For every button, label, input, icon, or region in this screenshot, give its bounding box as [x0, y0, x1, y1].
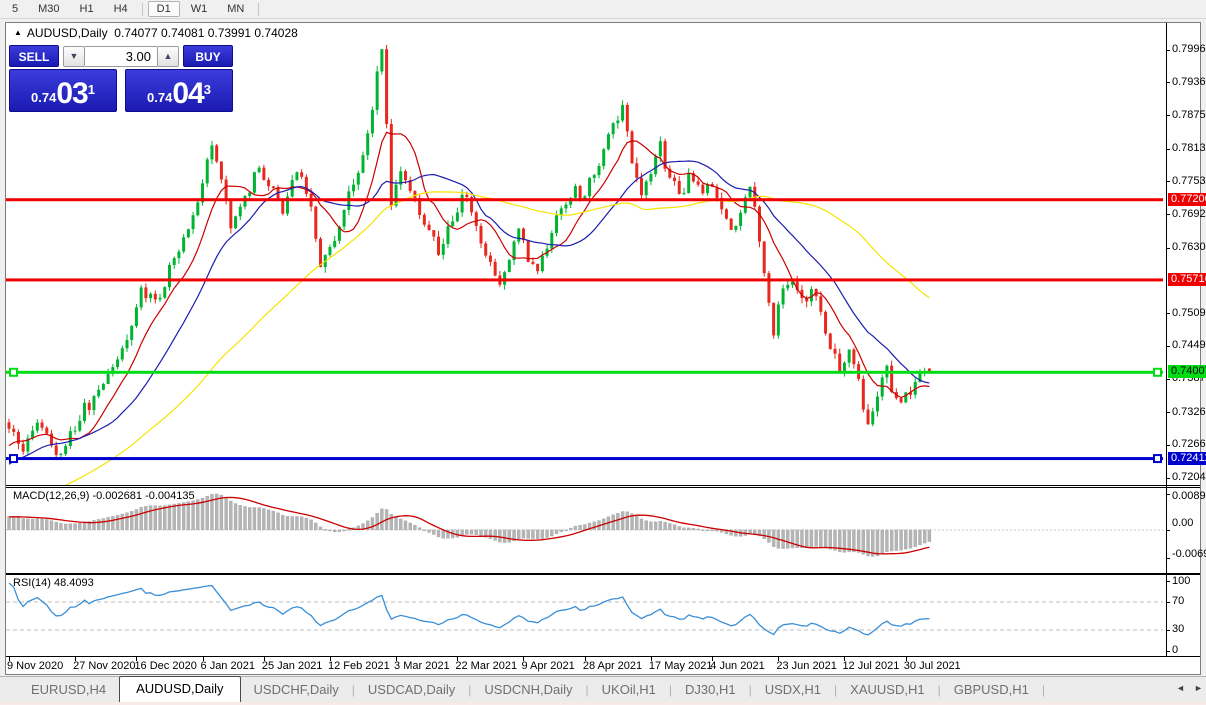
- rsi-axis-label: 100: [1172, 575, 1191, 587]
- buy-price-big: 04: [172, 77, 204, 110]
- date-axis-label: 25 Jan 2021: [261, 660, 323, 672]
- tab-eurusd-h4[interactable]: EURUSD,H4: [18, 678, 119, 702]
- sell-price-big: 03: [56, 77, 88, 110]
- rsi-axis-label: 0: [1172, 644, 1179, 656]
- buy-price-sup: 3: [203, 82, 211, 97]
- date-axis-label: 3 Mar 2021: [394, 660, 450, 672]
- tab-ukoil-h1[interactable]: UKOil,H1: [589, 678, 669, 702]
- timeframe-button-h1[interactable]: H1: [71, 1, 103, 17]
- tab-usdcad-daily[interactable]: USDCAD,Daily: [355, 678, 468, 702]
- tab-usdx-h1[interactable]: USDX,H1: [752, 678, 834, 702]
- date-axis-label: 6 Jan 2021: [200, 660, 255, 672]
- tab-xauusd-h1[interactable]: XAUUSD,H1: [837, 678, 937, 702]
- price-chart-pane[interactable]: ▲ AUDUSD,Daily 0.74077 0.74081 0.73991 0.…: [6, 23, 1206, 517]
- rsi-axis-label: 30: [1172, 623, 1185, 635]
- symbol-period-label: AUDUSD,Daily: [26, 26, 108, 40]
- price-scale-divider: [1166, 23, 1167, 657]
- price-axis-label: 0.79965: [1172, 43, 1206, 56]
- tab-usdcnh-daily[interactable]: USDCNH,Daily: [471, 678, 585, 702]
- date-axis-label: 23 Jun 2021: [776, 660, 837, 672]
- hline-price-label: 0.74007: [1168, 365, 1206, 379]
- buy-price-display[interactable]: 0.74 04 3: [125, 69, 233, 112]
- date-axis-label: 16 Dec 2020: [134, 660, 197, 672]
- date-axis-label: 30 Jul 2021: [903, 660, 961, 672]
- volume-increase-button[interactable]: ▲: [157, 46, 179, 67]
- chart-window: ▲ AUDUSD,Daily 0.74077 0.74081 0.73991 0.…: [5, 22, 1206, 675]
- tab-dj30-h1[interactable]: DJ30,H1: [672, 678, 749, 702]
- rsi-label: RSI(14) 48.4093: [13, 577, 94, 589]
- macd-axis-label: 0.008903: [1172, 490, 1206, 502]
- macd-label: MACD(12,26,9) -0.002681 -0.004135: [13, 490, 195, 502]
- date-axis-label: 4 Jun 2021: [710, 660, 765, 672]
- collapse-icon[interactable]: ▲: [14, 28, 22, 37]
- date-axis-label: 12 Jul 2021: [842, 660, 900, 672]
- timeframe-button-5[interactable]: 5: [3, 1, 27, 17]
- rsi-indicator-pane[interactable]: RSI(14) 48.4093 100 70 30 0: [6, 574, 1200, 657]
- hline-price-label: 0.75716: [1168, 272, 1206, 286]
- macd-axis-label: 0.00: [1172, 516, 1194, 529]
- sell-price-display[interactable]: 0.74 03 1: [9, 69, 117, 112]
- toolbar-separator: [141, 2, 143, 16]
- date-axis-label: 17 May 2021: [648, 660, 713, 672]
- hline-price-label: 0.72411: [1168, 451, 1206, 465]
- date-axis-label: 9 Nov 2020: [7, 660, 64, 672]
- rsi-chart[interactable]: [6, 575, 1166, 656]
- macd-histogram: [7, 493, 932, 557]
- buy-button[interactable]: BUY: [183, 45, 233, 67]
- hline-price-label: 0.77200: [1168, 192, 1206, 206]
- date-axis-label: 9 Apr 2021: [521, 660, 575, 672]
- price-axis-label: 0.77535: [1172, 174, 1206, 187]
- tab-gbpusd-h1[interactable]: GBPUSD,H1: [941, 678, 1042, 702]
- date-axis-label: 28 Apr 2021: [582, 660, 643, 672]
- moving-averages: [8, 131, 930, 517]
- chart-title: ▲ AUDUSD,Daily 0.74077 0.74081 0.73991 0.…: [14, 26, 298, 40]
- chevron-up-icon: ▲: [163, 51, 173, 61]
- date-axis-label: 22 Mar 2021: [455, 660, 518, 672]
- ma-21-line: [8, 160, 930, 465]
- timeframe-button-h4[interactable]: H4: [105, 1, 137, 17]
- date-axis[interactable]: 9 Nov 2020 27 Nov 2020 16 Dec 2020 6 Jan 20…: [6, 657, 1200, 674]
- price-axis-label: 0.76305: [1172, 241, 1206, 254]
- sell-price-sup: 1: [87, 82, 95, 97]
- date-axis-label: 12 Feb 2021: [327, 660, 390, 672]
- tab-usdchf-daily[interactable]: USDCHF,Daily: [241, 678, 352, 702]
- ma-55-line: [8, 191, 930, 517]
- rsi-line: [8, 582, 930, 636]
- price-axis-label: 0.72660: [1172, 438, 1206, 451]
- tab-scroll-right-icon[interactable]: ►: [1194, 683, 1203, 693]
- macd-indicator-pane[interactable]: MACD(12,26,9) -0.002681 -0.004135 0.0089…: [6, 487, 1206, 574]
- tab-scroll-left-icon[interactable]: ◄: [1176, 683, 1185, 693]
- price-axis-label: 0.79365: [1172, 75, 1206, 88]
- ohlc-values: 0.74077 0.74081 0.73991 0.74028: [114, 26, 298, 40]
- volume-input[interactable]: [85, 46, 157, 67]
- toolbar-separator: [258, 2, 260, 16]
- price-axis-label: 0.72045: [1172, 471, 1206, 484]
- volume-decrease-button[interactable]: ▼: [63, 46, 85, 67]
- date-axis-label: 27 Nov 2020: [73, 660, 136, 672]
- rsi-axis-label: 70: [1172, 595, 1185, 607]
- tab-audusd-daily[interactable]: AUDUSD,Daily: [119, 676, 241, 702]
- price-axis-label: 0.78750: [1172, 108, 1206, 121]
- buy-price-small: 0.74: [147, 90, 173, 105]
- chevron-down-icon: ▼: [69, 51, 79, 61]
- timeframe-button-w1[interactable]: W1: [182, 1, 217, 17]
- timeframe-button-m30[interactable]: M30: [29, 1, 68, 17]
- sell-button[interactable]: SELL: [9, 45, 59, 67]
- timeframe-toolbar: 5 M30 H1 H4 D1 W1 MN: [0, 0, 1206, 19]
- macd-axis-label: -0.00697: [1172, 548, 1206, 560]
- price-axis-label: 0.74490: [1172, 339, 1206, 352]
- one-click-trading-panel: SELL ▼ ▲ BUY 0.74031 0.74043: [9, 45, 233, 112]
- price-axis-label: 0.76920: [1172, 207, 1206, 220]
- sell-price-small: 0.74: [31, 90, 57, 105]
- chart-tab-bar: EURUSD,H4 AUDUSD,Daily USDCHF,Daily | USDCAD…: [0, 676, 1206, 702]
- price-axis-label: 0.75090: [1172, 306, 1206, 319]
- tab-separator: |: [1041, 683, 1045, 697]
- timeframe-button-mn[interactable]: MN: [218, 1, 253, 17]
- price-axis-label: 0.73260: [1172, 405, 1206, 418]
- price-axis-label: 0.78135: [1172, 142, 1206, 155]
- timeframe-button-d1[interactable]: D1: [147, 1, 180, 17]
